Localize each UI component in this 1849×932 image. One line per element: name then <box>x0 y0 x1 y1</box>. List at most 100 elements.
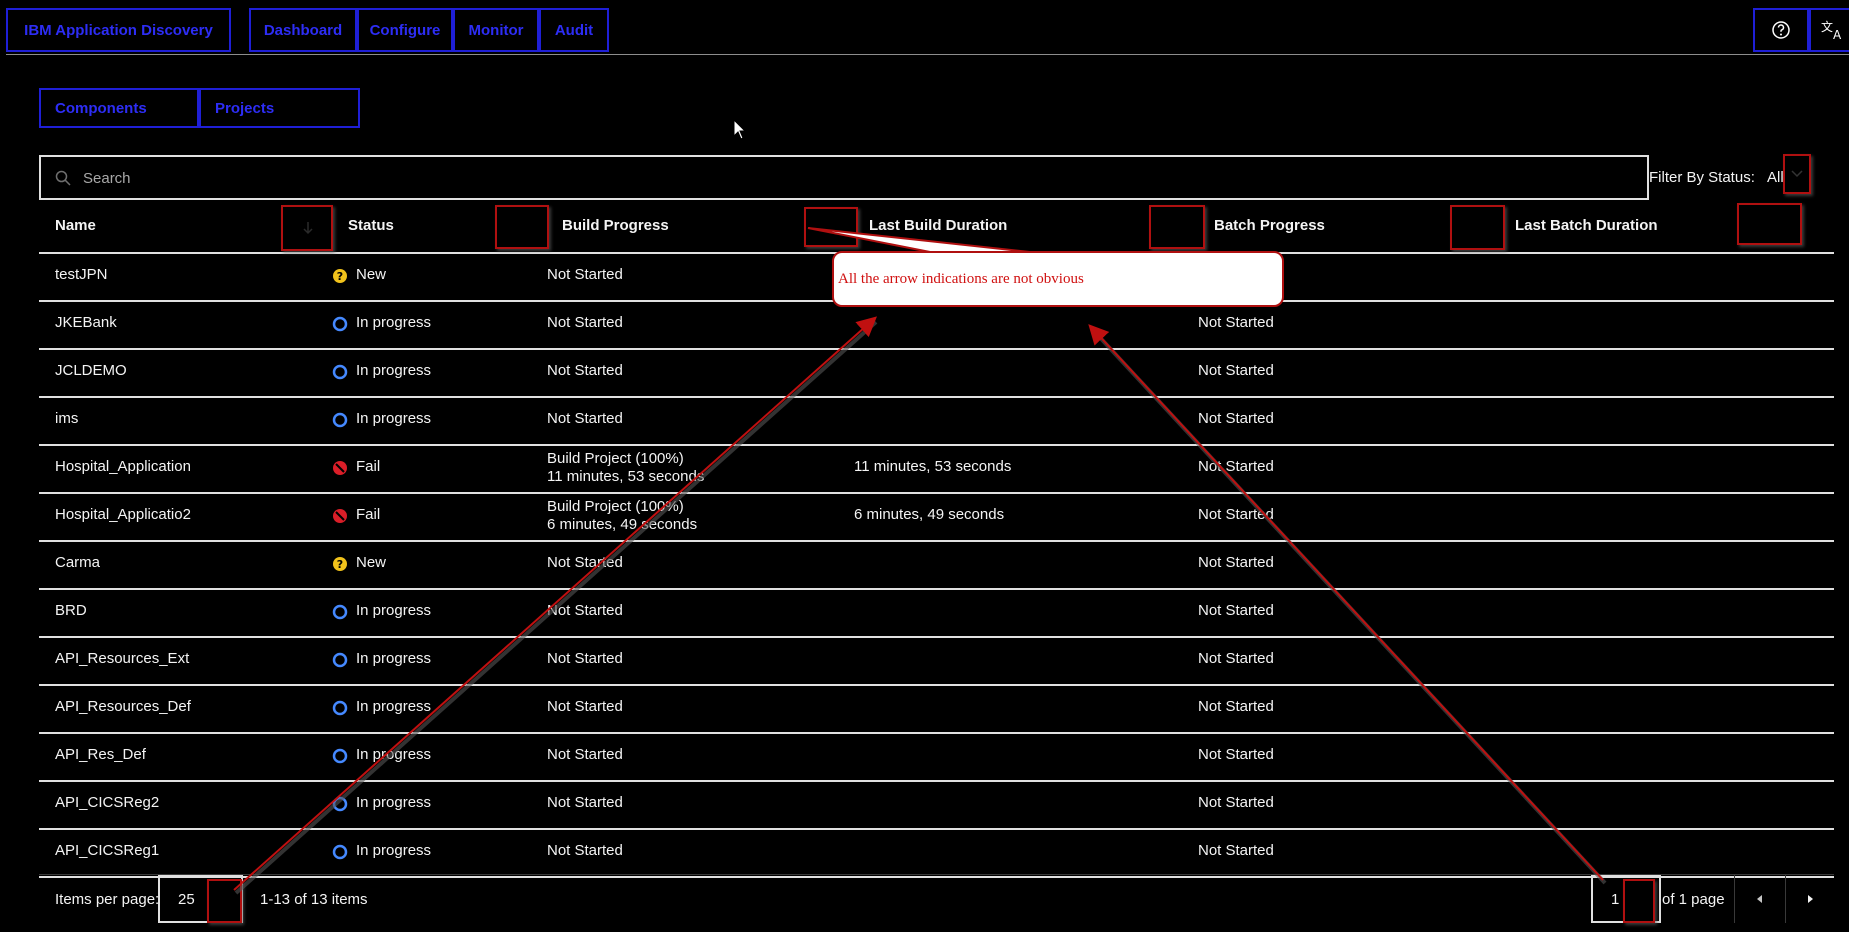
sort-batch-progress-button[interactable] <box>1450 205 1505 250</box>
build-progress: Not Started <box>547 794 623 811</box>
nav-audit[interactable]: Audit <box>539 8 609 52</box>
project-name[interactable]: API_Resources_Ext <box>55 650 189 667</box>
sort-status-button[interactable] <box>495 205 549 249</box>
table-row[interactable]: API_CICSReg1 In progress Not Started Not St… <box>39 828 1834 878</box>
table-row[interactable]: Carma? New Not Started Not Started <box>39 540 1834 590</box>
translate-icon: 文 A <box>1821 19 1842 41</box>
caret-left-icon <box>1757 895 1762 903</box>
batch-progress: Not Started <box>1198 842 1274 859</box>
status-fail-icon <box>333 461 347 475</box>
status-new-icon: ? <box>333 269 347 283</box>
nav-monitor[interactable]: Monitor <box>453 8 539 52</box>
batch-progress: Not Started <box>1198 602 1274 619</box>
project-name[interactable]: BRD <box>55 602 87 619</box>
search-bar <box>39 155 1649 200</box>
col-header-build-progress[interactable]: Build Progress <box>562 217 669 234</box>
project-name[interactable]: Hospital_Applicatio2 <box>55 506 191 523</box>
svg-text:A: A <box>1833 28 1842 41</box>
tab-components[interactable]: Components <box>39 88 199 128</box>
filter-label: Filter By Status: <box>1649 169 1755 186</box>
table-row[interactable]: JKEBank In progress Not Started Not Started <box>39 300 1834 350</box>
project-name[interactable]: API_Res_Def <box>55 746 146 763</box>
project-name[interactable]: API_CICSReg1 <box>55 842 159 859</box>
status-in-progress-icon <box>332 748 348 764</box>
project-name[interactable]: JCLDEMO <box>55 362 127 379</box>
nav-configure[interactable]: Configure <box>357 8 453 52</box>
table-row[interactable]: JCLDEMO In progress Not Started Not Started <box>39 348 1834 398</box>
search-input[interactable] <box>81 157 1635 200</box>
page-dropdown-toggle[interactable] <box>1623 879 1655 923</box>
status-text: In progress <box>356 362 432 379</box>
project-name[interactable]: testJPN <box>55 266 108 283</box>
build-progress: Not Started <box>547 746 623 763</box>
brand-link[interactable]: IBM Application Discovery <box>6 8 231 52</box>
status-in-progress-icon <box>332 316 348 332</box>
mouse-cursor-icon <box>733 119 747 140</box>
col-header-last-batch-duration[interactable]: Last Batch Duration <box>1515 217 1658 234</box>
sort-build-progress-button[interactable] <box>804 207 858 247</box>
svg-text:?: ? <box>337 558 343 571</box>
table-row[interactable]: Hospital_Applicatio2 Fail Build Project (1… <box>39 492 1834 542</box>
filter-value[interactable]: All <box>1767 169 1784 186</box>
project-name[interactable]: Hospital_Application <box>55 458 191 475</box>
translate-button[interactable]: 文 A <box>1809 8 1849 52</box>
sort-last-batch-duration-button[interactable] <box>1737 203 1802 245</box>
nav-dashboard[interactable]: Dashboard <box>249 8 357 52</box>
status-text: In progress <box>356 602 432 619</box>
status-text: In progress <box>356 410 432 427</box>
next-page-button[interactable] <box>1786 875 1834 923</box>
status-text: New <box>356 266 387 283</box>
chevron-down-icon <box>1791 170 1803 178</box>
project-name[interactable]: JKEBank <box>55 314 117 331</box>
previous-page-button[interactable] <box>1735 875 1785 923</box>
status-in-progress-icon <box>332 700 348 716</box>
col-header-name[interactable]: Name <box>55 217 96 234</box>
table-row[interactable]: ims In progress Not Started Not Started <box>39 396 1834 446</box>
table-row[interactable]: Hospital_Application Fail Build Project (1… <box>39 444 1834 494</box>
build-progress: Not Started <box>547 410 623 427</box>
status-text: Fail <box>356 458 381 475</box>
table-row[interactable]: BRD In progress Not Started Not Started <box>39 588 1834 638</box>
status-in-progress-icon <box>332 364 348 380</box>
items-per-page-label: Items per page: <box>55 891 160 908</box>
status-text: In progress <box>356 698 432 715</box>
build-progress: Not Started <box>547 602 623 619</box>
batch-progress: Not Started <box>1198 794 1274 811</box>
table-row[interactable]: API_Res_Def In progress Not Started Not Sta… <box>39 732 1834 782</box>
status-in-progress-icon <box>332 796 348 812</box>
tab-projects[interactable]: Projects <box>199 88 360 128</box>
build-progress: Not Started <box>547 842 623 859</box>
status-text: In progress <box>356 650 432 667</box>
status-in-progress-icon <box>332 844 348 860</box>
status-in-progress-icon <box>332 412 348 428</box>
items-per-page-dropdown-toggle[interactable] <box>207 879 242 923</box>
project-name[interactable]: ims <box>55 410 78 427</box>
col-header-batch-progress[interactable]: Batch Progress <box>1214 217 1325 234</box>
build-progress: Not Started <box>547 698 623 715</box>
build-progress: Not Started <box>547 554 623 571</box>
table-row[interactable]: API_CICSReg2 In progress Not Started Not St… <box>39 780 1834 830</box>
top-header: IBM Application Discovery Dashboard Conf… <box>6 6 1849 55</box>
build-progress: Not Started <box>547 362 623 379</box>
col-header-status[interactable]: Status <box>348 217 394 234</box>
svg-text:文: 文 <box>1821 19 1833 34</box>
sort-name-button[interactable] <box>281 205 333 251</box>
status-text: New <box>356 554 387 571</box>
items-range: 1-13 of 13 items <box>260 891 368 908</box>
batch-progress: Not Started <box>1198 650 1274 667</box>
status-fail-icon <box>333 509 347 523</box>
project-name[interactable]: Carma <box>55 554 100 571</box>
project-name[interactable]: API_Resources_Def <box>55 698 191 715</box>
filter-dropdown-toggle[interactable] <box>1783 154 1811 194</box>
status-new-icon: ? <box>333 557 347 571</box>
batch-progress: Not Started <box>1198 746 1274 763</box>
caret-right-icon <box>1808 895 1813 903</box>
last-build-duration: 6 minutes, 49 seconds <box>854 506 1005 523</box>
items-per-page-value: 25 <box>178 891 195 908</box>
table-row[interactable]: API_Resources_Ext In progress Not Started N… <box>39 636 1834 686</box>
project-name[interactable]: API_CICSReg2 <box>55 794 159 811</box>
col-header-last-build-duration[interactable]: Last Build Duration <box>869 217 1007 234</box>
sort-last-build-duration-button[interactable] <box>1149 205 1205 249</box>
help-button[interactable] <box>1753 8 1809 52</box>
table-row[interactable]: API_Resources_Def In progress Not Started N… <box>39 684 1834 734</box>
